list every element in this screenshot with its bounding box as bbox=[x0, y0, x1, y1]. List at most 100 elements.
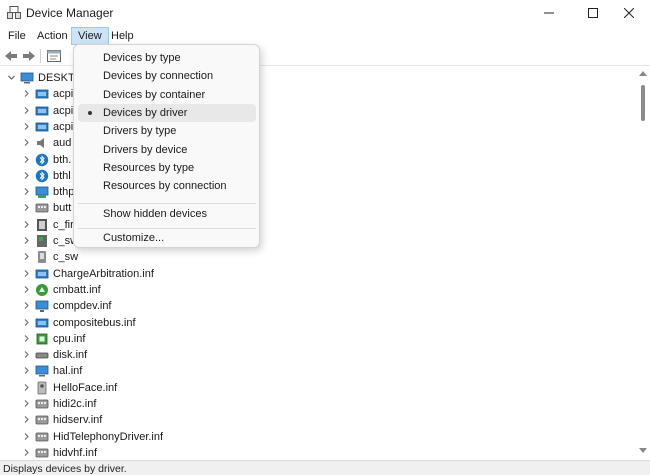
menu-file[interactable]: File bbox=[2, 27, 32, 45]
system-device-icon bbox=[35, 269, 49, 278]
back-arrow-icon[interactable] bbox=[3, 49, 19, 63]
network-adapter-icon bbox=[35, 186, 49, 199]
chevron-right-icon[interactable] bbox=[22, 106, 31, 115]
chevron-right-icon[interactable] bbox=[22, 171, 31, 180]
tree-item-label: disk.inf bbox=[53, 349, 88, 362]
face-camera-icon bbox=[37, 381, 47, 395]
chevron-right-icon[interactable] bbox=[22, 301, 31, 310]
menu-item-devices-by-driver[interactable]: Devices by driver bbox=[78, 103, 256, 122]
tree-item[interactable]: HelloFace.inf bbox=[0, 380, 636, 396]
menu-item-drivers-by-type[interactable]: Drivers by type bbox=[78, 122, 256, 140]
tree-item-label: compdev.inf bbox=[53, 300, 112, 313]
chevron-right-icon[interactable] bbox=[22, 383, 31, 392]
chevron-right-icon[interactable] bbox=[22, 334, 31, 343]
scroll-thumb[interactable] bbox=[641, 85, 645, 121]
menu-item-devices-by-connection[interactable]: Devices by connection bbox=[78, 67, 256, 85]
tree-item[interactable]: cpu.inf bbox=[0, 331, 636, 347]
menu-item-customize[interactable]: Customize... bbox=[78, 229, 256, 247]
chevron-right-icon[interactable] bbox=[22, 236, 31, 245]
firmware-icon bbox=[37, 218, 47, 231]
tree-item[interactable]: c_sw bbox=[0, 249, 636, 265]
tree-item-label: hidserv.inf bbox=[53, 414, 103, 427]
menu-item-devices-by-container[interactable]: Devices by container bbox=[78, 86, 256, 104]
vertical-scrollbar[interactable] bbox=[636, 67, 650, 460]
hid-device-icon bbox=[35, 432, 49, 441]
menu-item-label: Drivers by type bbox=[103, 125, 177, 138]
menu-help[interactable]: Help bbox=[105, 27, 140, 45]
tree-item[interactable]: HidTelephonyDriver.inf bbox=[0, 429, 636, 445]
menu-item-resources-by-type[interactable]: Resources by type bbox=[78, 159, 256, 177]
tree-item[interactable]: cmbatt.inf bbox=[0, 282, 636, 298]
menu-action[interactable]: Action bbox=[31, 27, 74, 45]
chevron-right-icon[interactable] bbox=[22, 203, 31, 212]
menu-item-label: Drivers by device bbox=[103, 143, 188, 156]
tree-item[interactable]: ChargeArbitration.inf bbox=[0, 266, 636, 282]
toolbar-separator bbox=[40, 49, 41, 63]
chevron-right-icon[interactable] bbox=[22, 285, 31, 294]
tree-item-label: cpu.inf bbox=[53, 332, 86, 345]
bluetooth-icon bbox=[35, 153, 49, 166]
menu-item-drivers-by-device[interactable]: Drivers by device bbox=[78, 141, 256, 159]
tree-item-label: c_sw bbox=[53, 251, 79, 264]
chevron-right-icon[interactable] bbox=[22, 318, 31, 327]
tree-item-label: bthp bbox=[53, 186, 75, 199]
tree-item[interactable]: compdev.inf bbox=[0, 298, 636, 314]
tree-item-label: bth. bbox=[53, 153, 72, 166]
menu-bar: File Action View Help bbox=[0, 26, 650, 46]
tree-item-label: aud bbox=[53, 137, 72, 150]
chevron-right-icon[interactable] bbox=[22, 432, 31, 441]
tree-item[interactable]: hidvhf.inf bbox=[0, 445, 636, 460]
tree-item[interactable]: hal.inf bbox=[0, 363, 636, 379]
tree-item-label: hidi2c.inf bbox=[53, 398, 97, 410]
tree-item-label: c_fir bbox=[53, 218, 74, 231]
chevron-right-icon[interactable] bbox=[22, 138, 31, 147]
chevron-right-icon[interactable] bbox=[22, 122, 31, 131]
selected-bullet-icon bbox=[88, 110, 92, 115]
chevron-right-icon[interactable] bbox=[22, 448, 31, 457]
tree-item-label: HelloFace.inf bbox=[53, 381, 118, 394]
chevron-right-icon[interactable] bbox=[22, 269, 31, 278]
hid-device-icon bbox=[35, 448, 49, 458]
tree-item-label: acpi bbox=[53, 120, 74, 133]
software-component-icon bbox=[37, 235, 47, 247]
tree-item[interactable]: hidi2c.inf bbox=[0, 396, 636, 412]
chevron-right-icon[interactable] bbox=[22, 366, 31, 375]
menu-view[interactable]: View bbox=[71, 27, 109, 45]
scroll-up-icon[interactable] bbox=[639, 70, 647, 76]
software-device-icon bbox=[38, 251, 46, 264]
window-title: Device Manager bbox=[26, 6, 114, 20]
tree-item[interactable]: hidserv.inf bbox=[0, 412, 636, 428]
chevron-right-icon[interactable] bbox=[22, 399, 31, 408]
speaker-icon bbox=[37, 138, 44, 149]
chevron-right-icon[interactable] bbox=[22, 252, 31, 261]
close-icon bbox=[624, 8, 634, 18]
scroll-down-icon[interactable] bbox=[639, 448, 647, 454]
menu-item-show-hidden-devices[interactable]: Show hidden devices bbox=[78, 205, 256, 223]
system-device-icon bbox=[35, 106, 49, 115]
chevron-down-icon[interactable] bbox=[7, 73, 16, 82]
view-menu-dropdown: Show hidden devices Customize... Devices… bbox=[73, 44, 260, 248]
disk-drive-icon bbox=[35, 352, 49, 359]
close-button[interactable] bbox=[606, 0, 650, 26]
chevron-right-icon[interactable] bbox=[22, 89, 31, 98]
system-device-icon bbox=[35, 318, 49, 327]
title-bar: Device Manager bbox=[0, 0, 650, 26]
menu-item-resources-by-connection[interactable]: Resources by connection bbox=[78, 177, 256, 195]
chevron-right-icon[interactable] bbox=[22, 187, 31, 196]
menu-item-devices-by-type[interactable]: Devices by type bbox=[78, 49, 256, 67]
minimize-button[interactable] bbox=[526, 0, 572, 26]
chevron-right-icon[interactable] bbox=[22, 155, 31, 164]
forward-arrow-icon[interactable] bbox=[21, 49, 37, 63]
tree-item-label: cmbatt.inf bbox=[53, 283, 101, 296]
chevron-right-icon[interactable] bbox=[22, 220, 31, 229]
tree-item[interactable]: disk.inf bbox=[0, 347, 636, 363]
maximize-icon bbox=[588, 8, 598, 18]
properties-icon[interactable] bbox=[46, 49, 62, 63]
tree-item[interactable]: compositebus.inf bbox=[0, 315, 636, 331]
hid-device-icon bbox=[35, 415, 49, 425]
status-text: Displays devices by driver. bbox=[3, 463, 127, 475]
tree-item-label: HidTelephonyDriver.inf bbox=[53, 430, 164, 443]
chevron-right-icon[interactable] bbox=[22, 350, 31, 359]
tree-item-label: acpi bbox=[53, 88, 74, 101]
chevron-right-icon[interactable] bbox=[22, 415, 31, 424]
